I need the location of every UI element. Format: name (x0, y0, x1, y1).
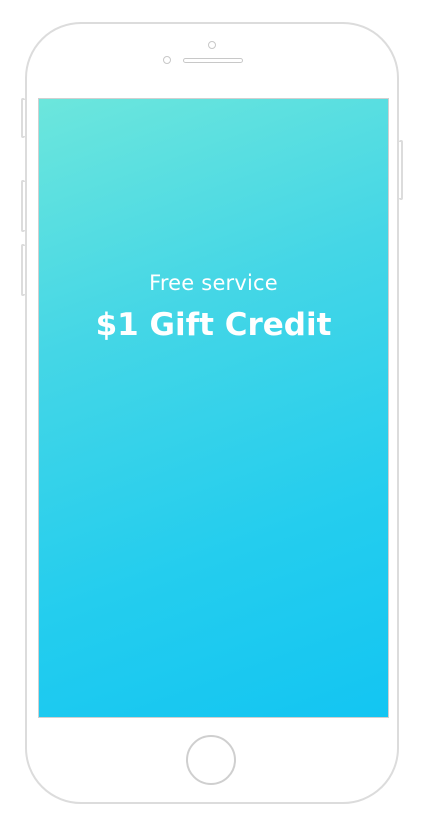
promo-title: $1 Gift Credit (95, 307, 332, 343)
home-button[interactable] (186, 735, 236, 785)
front-camera-icon (208, 41, 216, 49)
phone-screen: Free service $1 Gift Credit (38, 98, 389, 718)
earpiece-speaker (183, 58, 243, 63)
promo-subtitle: Free service (149, 271, 278, 295)
power-button (399, 140, 403, 200)
sensor-icon (163, 56, 171, 64)
